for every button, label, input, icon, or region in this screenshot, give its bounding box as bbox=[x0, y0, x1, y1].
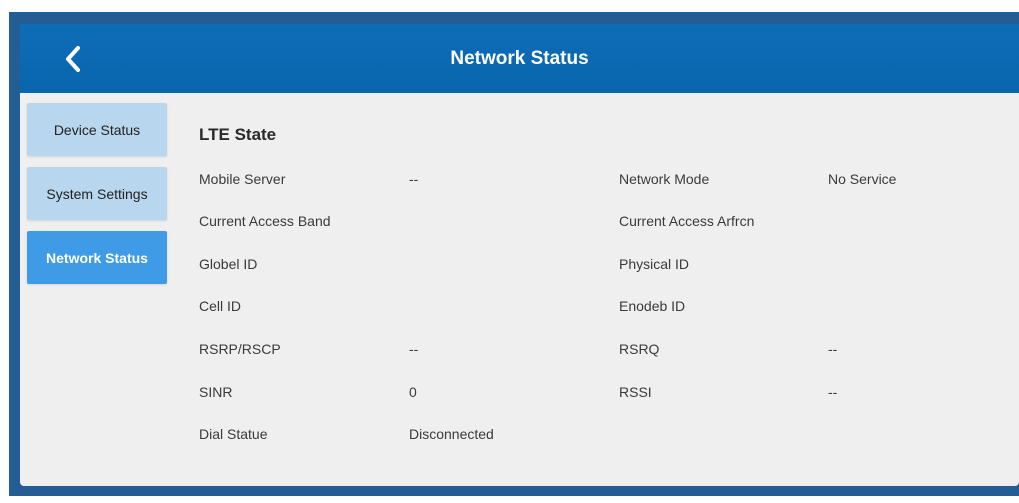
physical-id-label: Physical ID bbox=[619, 256, 690, 272]
sidebar-item-device-status[interactable]: Device Status bbox=[27, 103, 167, 156]
sinr-value: 0 bbox=[409, 384, 417, 400]
globel-id-label: Globel ID bbox=[199, 256, 258, 272]
rsrp-rscp-value: -- bbox=[409, 341, 419, 357]
sidebar-item-network-status[interactable]: Network Status bbox=[27, 231, 167, 284]
dial-statue-value: Disconnected bbox=[409, 426, 494, 442]
current-access-band-label: Current Access Band bbox=[199, 213, 331, 229]
dial-statue-label: Dial Statue bbox=[199, 426, 268, 442]
mobile-server-label: Mobile Server bbox=[199, 171, 286, 187]
network-mode-label: Network Mode bbox=[619, 171, 710, 187]
header-bar: Network Status bbox=[20, 24, 1019, 93]
rsrq-value: -- bbox=[828, 341, 838, 357]
sinr-label: SINR bbox=[199, 384, 233, 400]
rsrq-label: RSRQ bbox=[619, 341, 660, 357]
rssi-value: -- bbox=[828, 384, 838, 400]
mobile-server-value: -- bbox=[409, 171, 419, 187]
enodeb-id-label: Enodeb ID bbox=[619, 298, 686, 314]
cell-id-label: Cell ID bbox=[199, 298, 242, 314]
rssi-label: RSSI bbox=[619, 384, 652, 400]
network-mode-value: No Service bbox=[828, 171, 897, 187]
rsrp-rscp-label: RSRP/RSCP bbox=[199, 341, 281, 357]
section-title: LTE State bbox=[199, 125, 277, 144]
current-access-arfrcn-label: Current Access Arfrcn bbox=[619, 213, 755, 229]
content-panel: Device Status System Settings Network St… bbox=[20, 93, 1019, 486]
page-title: Network Status bbox=[450, 48, 589, 69]
sidebar-item-system-settings[interactable]: System Settings bbox=[27, 167, 167, 220]
